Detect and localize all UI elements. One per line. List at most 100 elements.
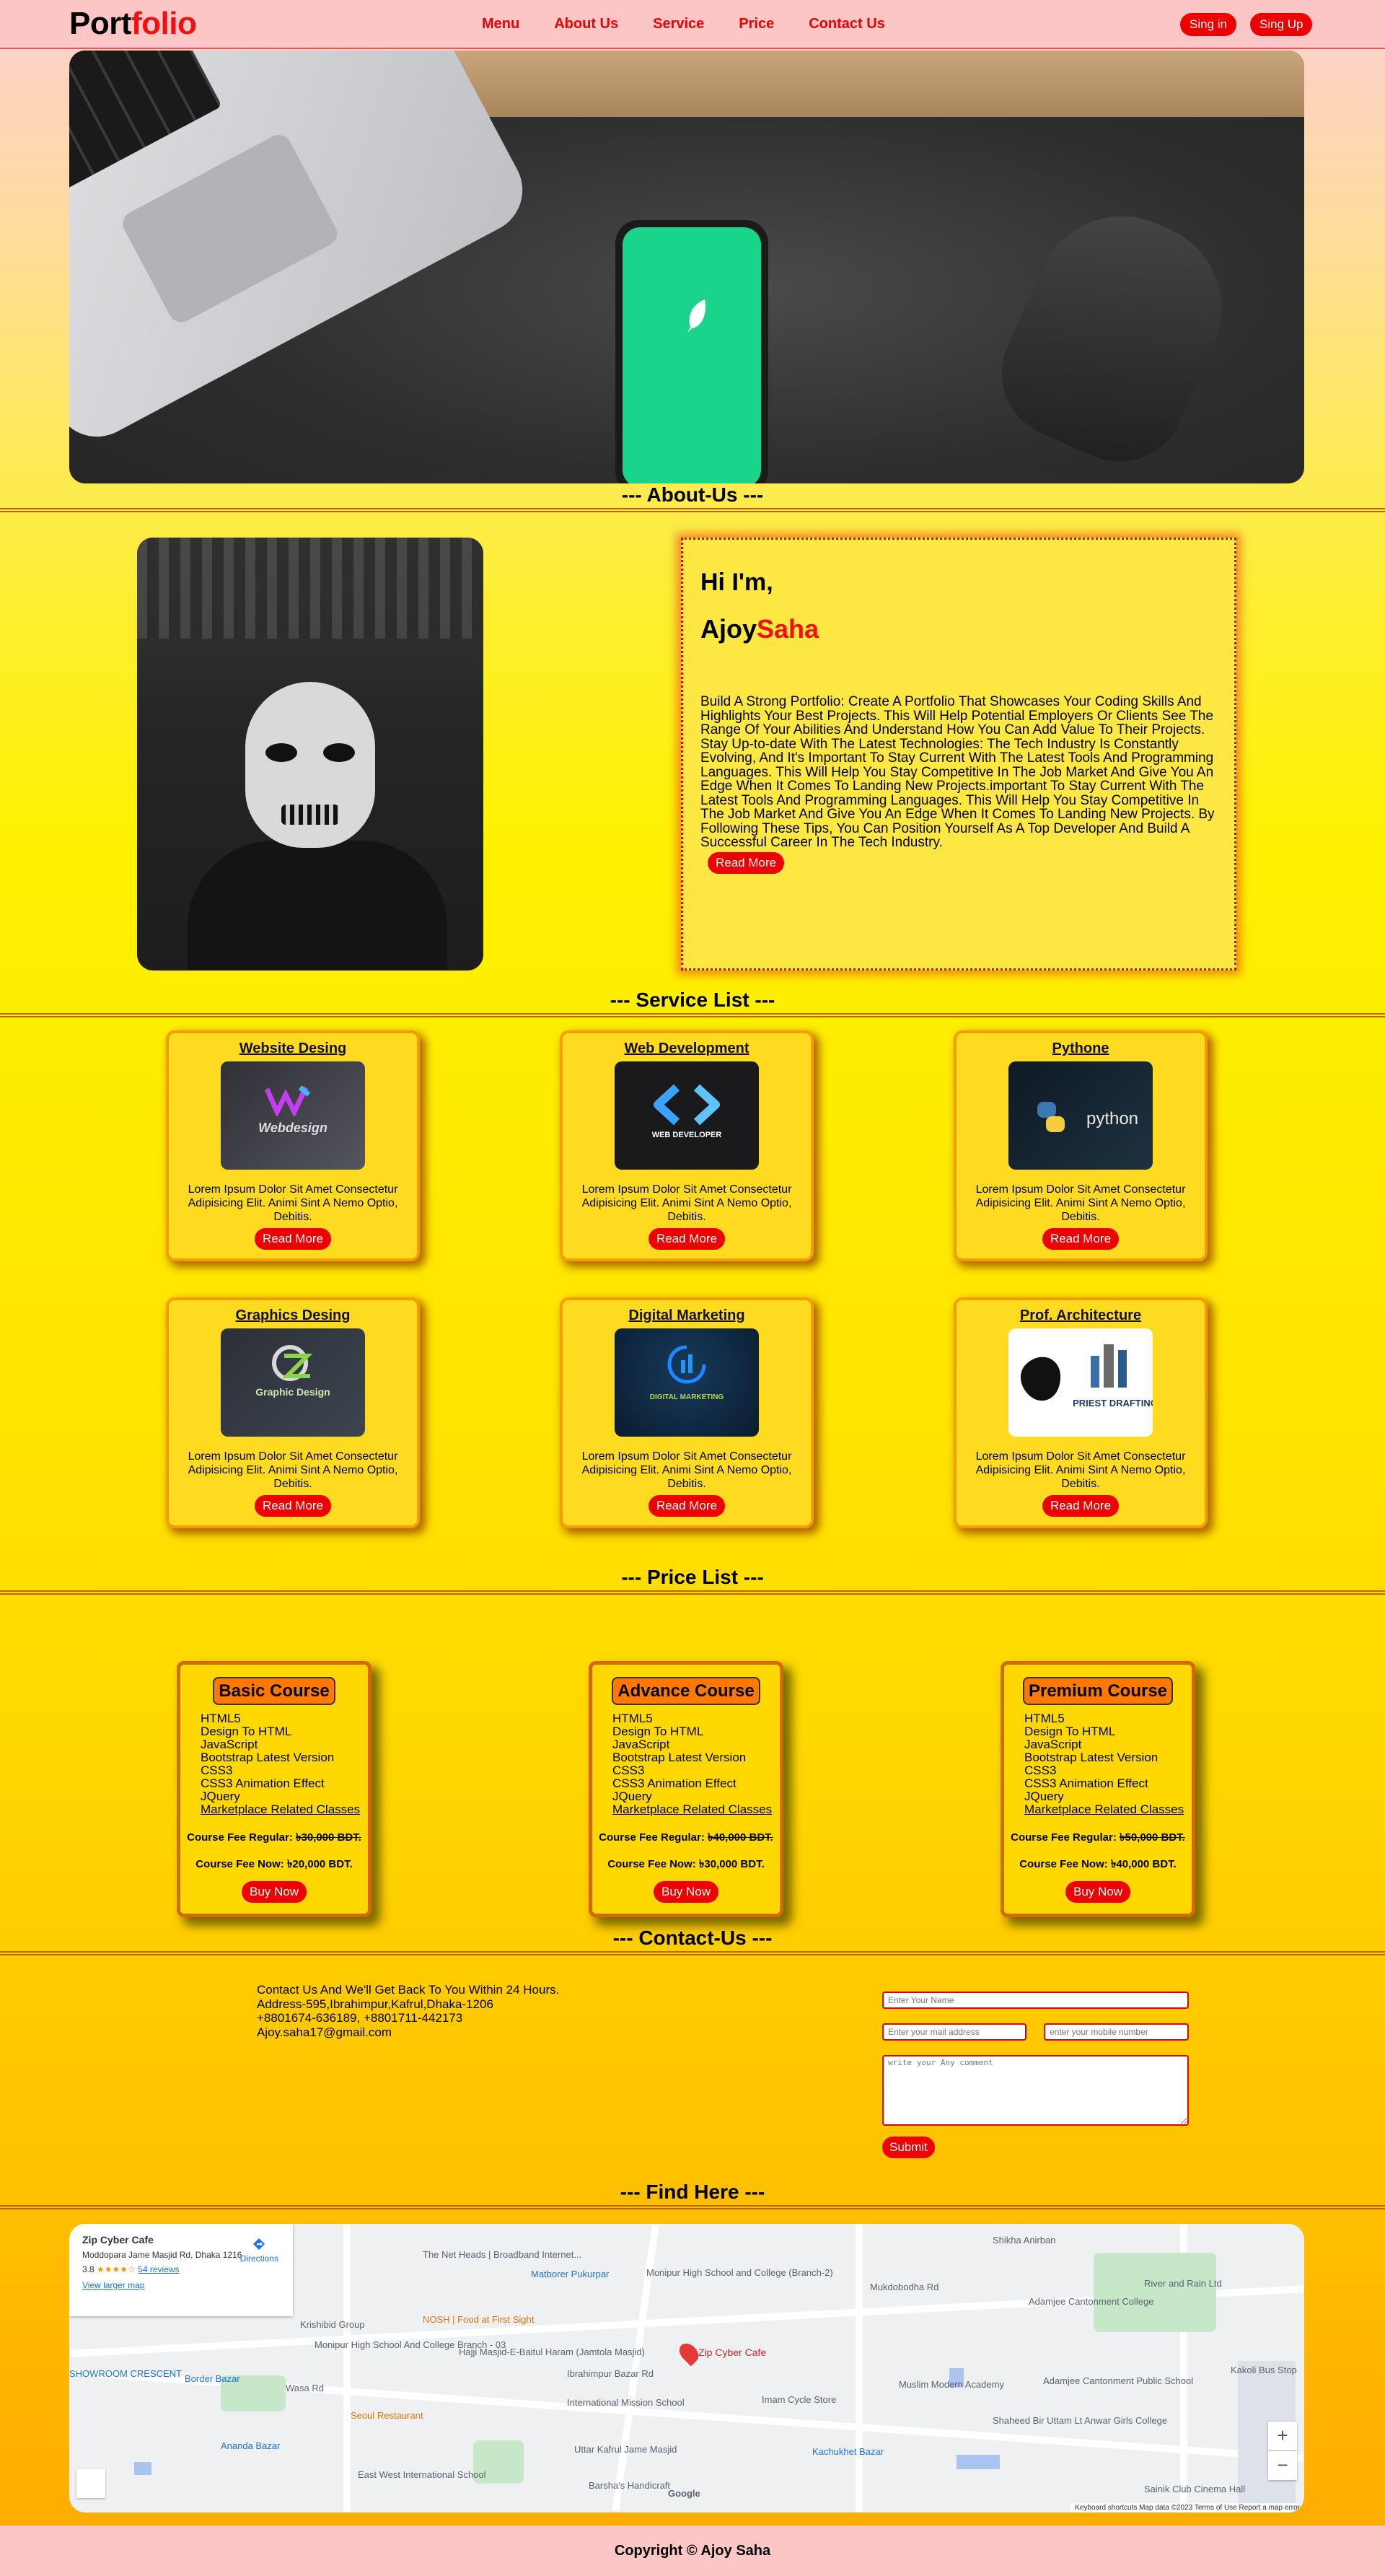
- menu-link-service[interactable]: Service: [653, 16, 704, 32]
- price-card: Basic Course HTML5 Design To HTML JavaSc…: [177, 1661, 371, 1917]
- regular-fee-label: Course Fee Regular:: [187, 1831, 296, 1844]
- map-label: Kakoli Bus Stop: [1231, 2365, 1297, 2375]
- map-label: Matborer Pukurpar: [531, 2269, 610, 2279]
- price-feature: CSS3: [612, 1764, 645, 1777]
- menu-link-price[interactable]: Price: [739, 16, 774, 32]
- webdesign-logo-icon: [264, 1085, 311, 1116]
- service-title[interactable]: Pythone: [957, 1041, 1205, 1057]
- menu-link-menu[interactable]: Menu: [482, 16, 519, 32]
- architecture-thumb-text: PRIEST DRAFTING: [1073, 1398, 1153, 1409]
- webdesign-thumbnail: Webdesign: [221, 1061, 365, 1170]
- regular-fee-label: Course Fee Regular:: [1011, 1831, 1120, 1844]
- menu-link-about[interactable]: About Us: [554, 16, 618, 32]
- price-feature: JavaScript: [1024, 1738, 1082, 1751]
- zoom-in-button[interactable]: +: [1268, 2422, 1297, 2450]
- about-read-more-button[interactable]: Read More: [708, 851, 785, 874]
- submit-button[interactable]: Submit: [882, 2137, 935, 2158]
- signup-button[interactable]: Sing Up: [1250, 13, 1313, 36]
- current-fee-label: Course Fee Now:: [195, 1858, 287, 1870]
- service-read-more-button[interactable]: Read More: [648, 1228, 726, 1250]
- logo[interactable]: Portfolio: [69, 6, 197, 42]
- name-input[interactable]: [882, 1992, 1189, 2009]
- marketing-logo-icon: [667, 1345, 706, 1384]
- service-title[interactable]: Web Development: [563, 1041, 811, 1057]
- price-feature-list: HTML5 Design To HTML JavaScript Bootstra…: [1024, 1712, 1192, 1816]
- google-logo: Google: [668, 2488, 700, 2499]
- current-fee: Course Fee Now: ৳20,000 BDT.: [180, 1856, 368, 1874]
- about-divider: [0, 508, 1385, 512]
- price-feature: CSS3: [201, 1764, 233, 1777]
- service-desc: Lorem Ipsum Dolor Sit Amet Consectetur A…: [975, 1450, 1186, 1490]
- service-read-more-button[interactable]: Read More: [648, 1495, 726, 1517]
- contact-address: Address-595,Ibrahimpur,Kafrul,Dhaka-1206: [257, 1997, 493, 2011]
- graphics-thumbnail: Graphic Design: [221, 1328, 365, 1437]
- marketing-thumb-text: DIGITAL MARKETING: [649, 1393, 724, 1401]
- price-feature: Design To HTML: [612, 1725, 704, 1738]
- service-desc: Lorem Ipsum Dolor Sit Amet Consectetur A…: [581, 1450, 792, 1490]
- comment-textarea[interactable]: [882, 2055, 1189, 2126]
- mouse-graphic: [981, 188, 1249, 483]
- map-label: Uttar Kafrul Jame Masjid: [574, 2444, 677, 2455]
- map-label: East West International School: [358, 2469, 486, 2480]
- buy-now-button[interactable]: Buy Now: [1065, 1881, 1131, 1903]
- map-label: Barsha's Handicraft: [589, 2480, 671, 2491]
- price-divider: [0, 1590, 1385, 1595]
- map-label: Ananda Bazar: [221, 2440, 281, 2451]
- map-label: Krishibid Group: [300, 2319, 365, 2330]
- page: Portfolio Menu About Us Service Price Co…: [0, 0, 1385, 2576]
- email-input[interactable]: [882, 2023, 1026, 2041]
- regular-fee: Course Fee Regular: ৳30,000 BDT.: [180, 1829, 368, 1847]
- laptop-graphic: [69, 51, 538, 452]
- regular-fee-value: ৳50,000 BDT.: [1120, 1831, 1185, 1844]
- map-label: Imam Cycle Store: [762, 2394, 837, 2405]
- contact-divider: [0, 1951, 1385, 1955]
- mobile-input[interactable]: [1044, 2023, 1189, 2041]
- service-desc: Lorem Ipsum Dolor Sit Amet Consectetur A…: [188, 1183, 398, 1223]
- current-fee-value: ৳30,000 BDT.: [698, 1858, 765, 1870]
- price-title: Basic Course: [213, 1677, 335, 1705]
- reviews-link[interactable]: 54 reviews: [138, 2264, 179, 2274]
- about-bio: Build A Strong Portfolio: Create A Portf…: [700, 694, 1215, 850]
- service-card: Graphics Desing Graphic Design Lorem Ips…: [166, 1297, 420, 1528]
- directions-label: Directions: [239, 2253, 278, 2264]
- architecture-logo-icon: [1091, 1344, 1127, 1388]
- about-card: Hi I'm, AjoySaha Build A Strong Portfoli…: [681, 538, 1236, 971]
- price-feature: JavaScript: [612, 1738, 670, 1751]
- street-view-button[interactable]: [76, 2469, 105, 2498]
- service-read-more-button[interactable]: Read More: [1042, 1228, 1120, 1250]
- service-title[interactable]: Digital Marketing: [563, 1307, 811, 1324]
- find-divider: [0, 2205, 1385, 2209]
- buy-now-button[interactable]: Buy Now: [241, 1881, 307, 1903]
- price-feature: JavaScript: [201, 1738, 258, 1751]
- menu-link-contact[interactable]: Contact Us: [809, 16, 885, 32]
- price-feature: JQuery: [201, 1789, 240, 1803]
- map-label: Kachukhet Bazar: [812, 2446, 884, 2457]
- service-card: Digital Marketing DIGITAL MARKETING Lore…: [560, 1297, 814, 1528]
- buy-now-button[interactable]: Buy Now: [653, 1881, 719, 1903]
- service-read-more-button[interactable]: Read More: [254, 1228, 332, 1250]
- photo-eye-left: [265, 743, 297, 762]
- service-title[interactable]: Website Desing: [169, 1041, 417, 1057]
- regular-fee-value: ৳40,000 BDT.: [708, 1831, 773, 1844]
- zoom-out-button[interactable]: −: [1268, 2451, 1297, 2480]
- view-larger-map-link[interactable]: View larger map: [82, 2280, 144, 2290]
- contact-heading: --- Contact-Us ---: [612, 1927, 773, 1949]
- service-title[interactable]: Graphics Desing: [169, 1307, 417, 1324]
- service-title[interactable]: Prof. Architecture: [957, 1307, 1205, 1324]
- map-embed[interactable]: The Net Heads | Broadband Internet... Ma…: [69, 2224, 1304, 2513]
- price-feature: JQuery: [1024, 1789, 1064, 1803]
- directions-button[interactable]: Directions: [240, 2237, 278, 2264]
- map-building: [957, 2455, 1000, 2469]
- service-card: Web Development WEB DEVELOPER Lorem Ipsu…: [560, 1030, 814, 1261]
- service-desc: Lorem Ipsum Dolor Sit Amet Consectetur A…: [975, 1183, 1186, 1223]
- map-label: Monipur High School And College Branch -…: [315, 2339, 506, 2350]
- webdev-thumb-text: WEB DEVELOPER: [651, 1131, 722, 1139]
- regular-fee-label: Course Fee Regular:: [599, 1831, 708, 1844]
- service-read-more-button[interactable]: Read More: [1042, 1495, 1120, 1517]
- price-feature: CSS3: [1024, 1764, 1057, 1777]
- service-read-more-button[interactable]: Read More: [254, 1495, 332, 1517]
- photo-eye-right: [323, 743, 355, 762]
- current-fee-label: Course Fee Now:: [1019, 1858, 1111, 1870]
- price-title: Advance Course: [612, 1677, 760, 1705]
- signin-button[interactable]: Sing in: [1180, 13, 1236, 36]
